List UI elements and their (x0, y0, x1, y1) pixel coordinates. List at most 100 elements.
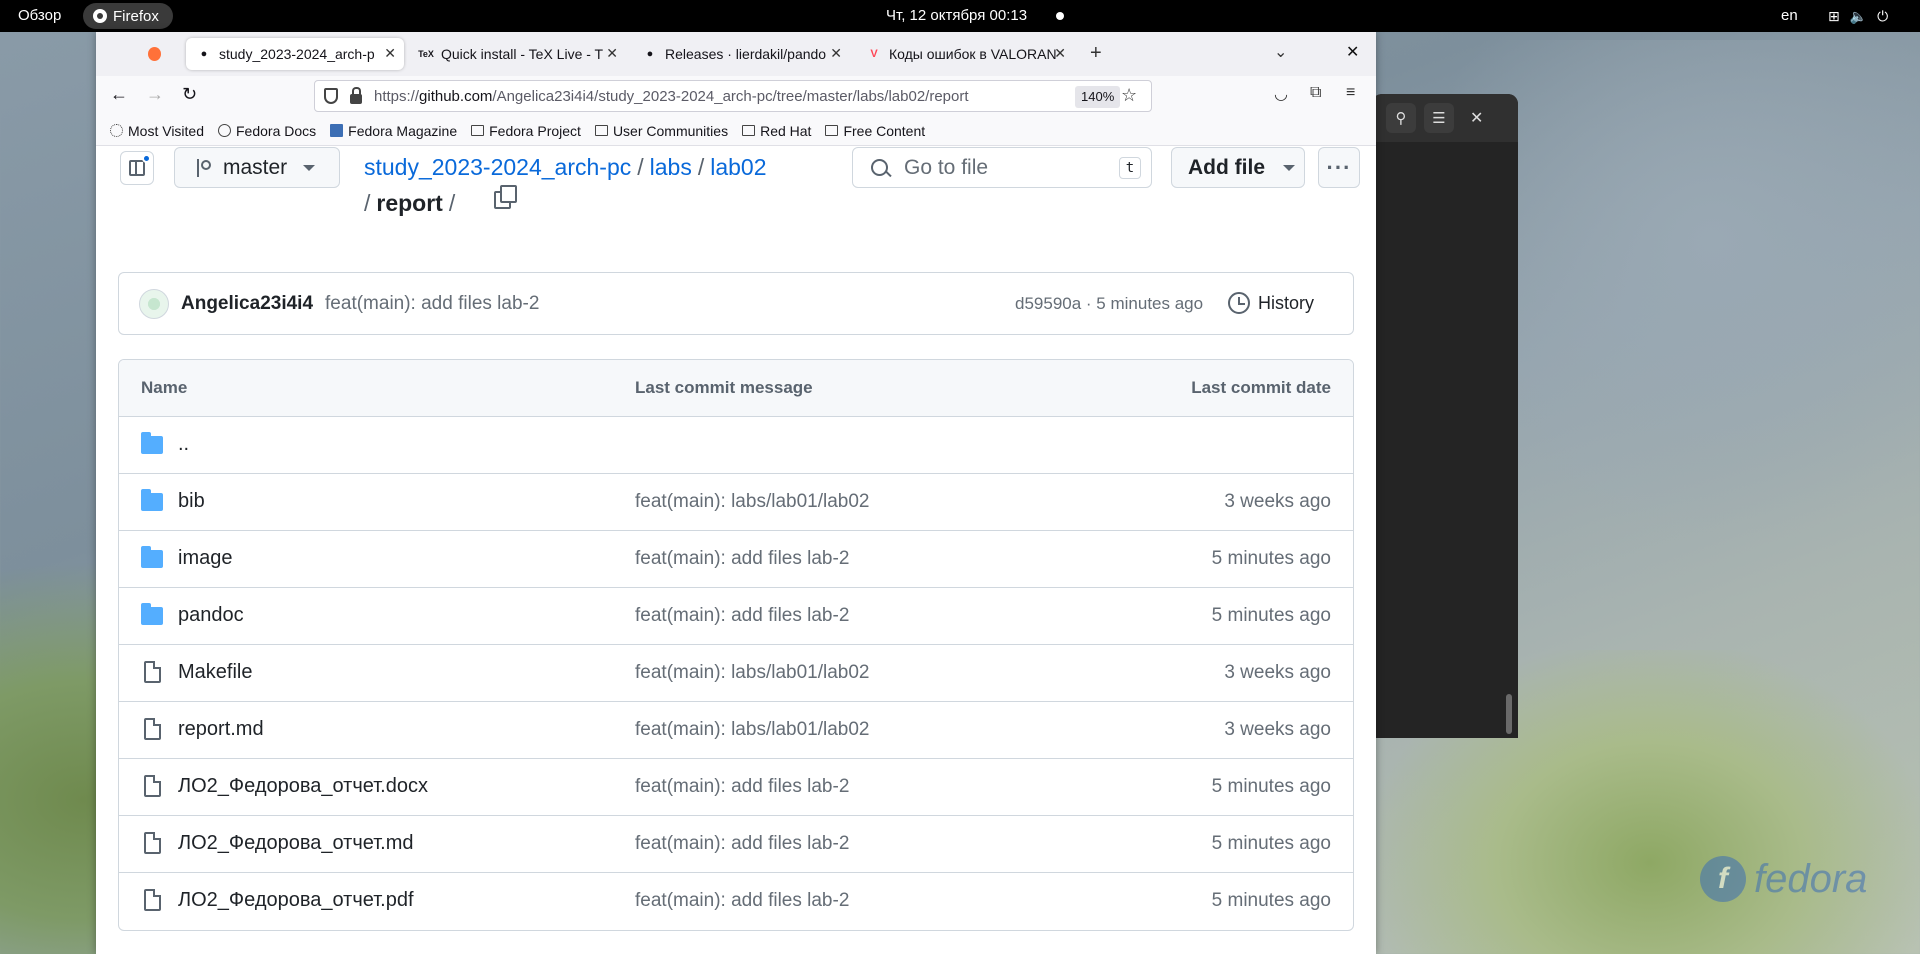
hamburger-menu-icon[interactable]: ☰ (1424, 103, 1454, 133)
notification-dot-icon (1056, 12, 1064, 20)
file-table: Name Last commit message Last commit dat… (118, 359, 1354, 931)
bookmark-user-communities[interactable]: User Communities (594, 123, 728, 139)
bookmark-fedora-project[interactable]: Fedora Project (471, 123, 581, 139)
bookmark-fedora-magazine[interactable]: Fedora Magazine (330, 123, 457, 139)
pocket-icon[interactable]: ◡ (1274, 84, 1288, 104)
file-name-link[interactable]: .. (178, 433, 189, 456)
file-tree-toggle-button[interactable] (120, 151, 154, 185)
tab-close-icon[interactable]: ✕ (830, 45, 842, 62)
table-row[interactable]: Makefile feat(main): labs/lab01/lab02 3 we… (119, 645, 1353, 702)
go-to-file-placeholder: Go to file (904, 155, 989, 179)
commit-message-link[interactable]: feat(main): add files lab-2 (635, 776, 849, 798)
folder-icon (141, 489, 163, 511)
bookmark-most-visited[interactable]: Most Visited (110, 123, 204, 139)
tex-icon: TeX (418, 49, 434, 59)
commit-sha-time[interactable]: d59590a · 5 minutes ago (1015, 294, 1203, 314)
commit-date: 5 minutes ago (1211, 605, 1331, 626)
commit-message-link[interactable]: feat(main): add files lab-2 (635, 890, 849, 912)
system-tray[interactable]: ⊞ 🔈 ⏻ (1828, 8, 1888, 25)
file-name-link[interactable]: Makefile (178, 661, 252, 684)
tab-label: Коды ошибок в VALORAN (889, 46, 1057, 62)
search-icon[interactable]: ⚲ (1386, 103, 1416, 133)
url-text[interactable]: https://github.com/Angelica23i4i4/study_… (374, 88, 969, 105)
commit-author-link[interactable]: Angelica23i4i4 (181, 293, 313, 315)
table-row[interactable]: .. (119, 417, 1353, 474)
history-link[interactable]: History (1258, 293, 1314, 314)
table-row[interactable]: ЛО2_Федорова_отчет.pdf feat(main): add fi… (119, 873, 1353, 930)
commit-message-link[interactable]: feat(main): labs/lab01/lab02 (635, 491, 869, 513)
file-name-link[interactable]: ЛО2_Федорова_отчет.docx (178, 775, 428, 798)
file-name-link[interactable]: pandoc (178, 604, 244, 627)
commit-message-link[interactable]: feat(main): add files lab-2 (325, 293, 539, 315)
breadcrumb-lab02-link[interactable]: lab02 (710, 154, 766, 180)
commit-date: 3 weeks ago (1224, 491, 1331, 512)
keyboard-shortcut-hint: t (1119, 157, 1141, 179)
keyboard-layout-indicator[interactable]: en (1781, 7, 1798, 24)
reload-icon[interactable]: ↻ (182, 84, 197, 105)
commit-message-link[interactable]: feat(main): labs/lab01/lab02 (635, 719, 869, 741)
tab-firefox-view[interactable] (138, 38, 168, 70)
tab-close-icon[interactable]: ✕ (606, 45, 618, 62)
file-name-link[interactable]: image (178, 547, 232, 570)
github-page: master study_2023-2024_arch-pc / labs / lab0… (96, 147, 1376, 954)
commit-date: 3 weeks ago (1224, 719, 1331, 740)
tab-close-icon[interactable]: ✕ (384, 45, 396, 62)
fedora-magazine-icon (330, 124, 344, 137)
file-name-link[interactable]: ЛО2_Федорова_отчет.pdf (178, 889, 414, 912)
add-file-button[interactable]: Add file (1171, 147, 1305, 188)
forward-icon[interactable]: → (146, 84, 164, 105)
branch-selector-button[interactable]: master (174, 147, 340, 188)
list-all-tabs-icon[interactable]: ⌄ (1274, 42, 1287, 62)
bookmark-fedora-docs[interactable]: Fedora Docs (218, 123, 316, 139)
search-icon (871, 159, 888, 176)
clock[interactable]: Чт, 12 октября 00:13 (886, 7, 1027, 24)
table-row[interactable]: ЛО2_Федорова_отчет.docx feat(main): add f… (119, 759, 1353, 816)
window-close-icon[interactable]: ✕ (1346, 42, 1359, 62)
copy-path-icon[interactable] (494, 185, 517, 209)
more-options-button[interactable]: ··· (1318, 147, 1360, 188)
breadcrumb-repo-link[interactable]: study_2023-2024_arch-pc (364, 154, 631, 180)
file-name-link[interactable]: bib (178, 490, 205, 513)
tab-bar: ● study_2023-2024_arch-p ✕ TeX Quick ins… (96, 32, 1376, 76)
tracking-protection-icon[interactable] (324, 88, 338, 104)
commit-date: 3 weeks ago (1224, 662, 1331, 683)
table-row[interactable]: bib feat(main): labs/lab01/lab02 3 weeks a… (119, 474, 1353, 531)
commit-message-link[interactable]: feat(main): add files lab-2 (635, 605, 849, 627)
table-row[interactable]: report.md feat(main): labs/lab01/lab02 3 w… (119, 702, 1353, 759)
tab-tex-live[interactable]: TeX Quick install - TeX Live - T ✕ (408, 38, 626, 70)
bookmark-star-icon[interactable]: ☆ (1121, 85, 1137, 106)
file-name-link[interactable]: ЛО2_Федорова_отчет.md (178, 832, 414, 855)
table-row[interactable]: pandoc feat(main): add files lab-2 5 minut… (119, 588, 1353, 645)
tab-pandoc-releases[interactable]: ● Releases · lierdakil/pando ✕ (632, 38, 850, 70)
history-icon[interactable] (1228, 292, 1250, 314)
tab-valorant[interactable]: V Коды ошибок в VALORAN ✕ (856, 38, 1074, 70)
commit-message-link[interactable]: feat(main): labs/lab01/lab02 (635, 662, 869, 684)
url-bar[interactable]: https://github.com/Angelica23i4i4/study_… (314, 80, 1152, 112)
zoom-indicator[interactable]: 140% (1075, 86, 1121, 108)
terminal-window[interactable]: ⚲ ☰ ✕ (1372, 94, 1518, 738)
breadcrumb-labs-link[interactable]: labs (650, 154, 692, 180)
avatar[interactable] (139, 288, 169, 319)
commit-message-link[interactable]: feat(main): add files lab-2 (635, 833, 849, 855)
go-to-file-input[interactable]: Go to file t (852, 147, 1152, 188)
extensions-icon[interactable]: ⧉ (1310, 84, 1321, 102)
activities-button[interactable]: Обзор (18, 7, 61, 24)
sidebar-icon (129, 160, 145, 176)
hamburger-menu-icon[interactable]: ≡ (1346, 84, 1355, 102)
new-tab-icon[interactable]: + (1090, 42, 1102, 65)
terminal-scrollbar[interactable] (1506, 694, 1512, 734)
bookmark-free-content[interactable]: Free Content (825, 123, 925, 139)
lock-icon[interactable] (350, 87, 362, 104)
file-name-link[interactable]: report.md (178, 718, 264, 741)
tab-close-icon[interactable]: ✕ (1054, 45, 1066, 62)
firefox-view-icon (148, 47, 161, 61)
tab-study-repo[interactable]: ● study_2023-2024_arch-p ✕ (186, 38, 404, 70)
back-icon[interactable]: ← (110, 84, 128, 105)
close-icon[interactable]: ✕ (1470, 108, 1483, 128)
commit-message-link[interactable]: feat(main): add files lab-2 (635, 548, 849, 570)
folder-icon (141, 432, 163, 454)
table-row[interactable]: image feat(main): add files lab-2 5 minute… (119, 531, 1353, 588)
app-menu-button[interactable]: Firefox (83, 3, 173, 29)
table-row[interactable]: ЛО2_Федорова_отчет.md feat(main): add fil… (119, 816, 1353, 873)
bookmark-red-hat[interactable]: Red Hat (742, 123, 811, 139)
